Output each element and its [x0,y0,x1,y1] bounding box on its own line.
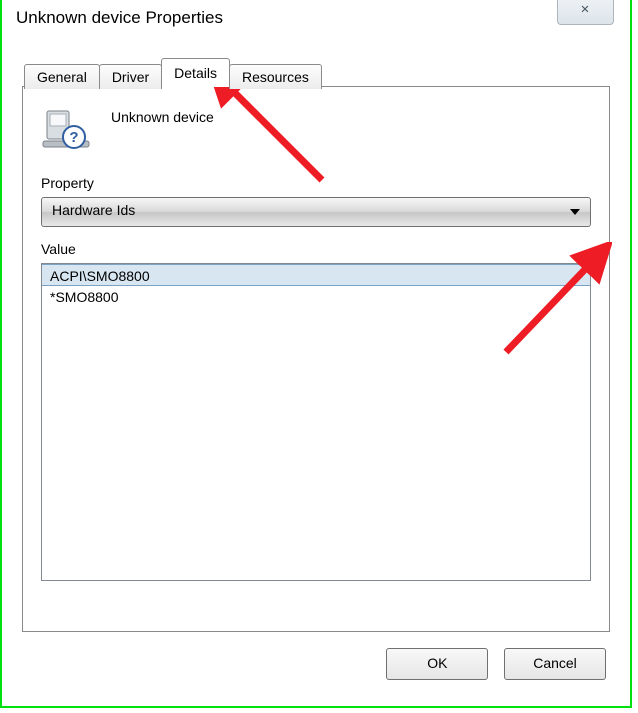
device-name: Unknown device [111,109,214,125]
tab-general[interactable]: General [24,64,100,89]
close-button[interactable]: ✕ [557,0,614,25]
tab-details[interactable]: Details [161,58,230,87]
dialog-body: GeneralDriverDetailsResources ? Unknown … [12,42,620,696]
value-listbox[interactable]: ACPI\SMO8800 *SMO8800 [41,263,591,581]
close-icon: ✕ [581,1,590,17]
ok-button[interactable]: OK [386,648,488,680]
tab-resources[interactable]: Resources [229,64,322,89]
svg-text:?: ? [69,129,78,146]
tab-driver[interactable]: Driver [99,64,162,89]
device-header: ? Unknown device [41,105,591,161]
dialog-window: Unknown device Properties ✕ GeneralDrive… [0,0,632,708]
dialog-buttons: OK Cancel [374,648,606,680]
property-label: Property [41,175,591,191]
property-selected-text: Hardware Ids [52,202,135,218]
cancel-button[interactable]: Cancel [504,648,606,680]
window-title: Unknown device Properties [16,8,223,28]
property-dropdown[interactable]: Hardware Ids [41,197,591,227]
value-row[interactable]: ACPI\SMO8800 [42,264,590,286]
chevron-down-icon [570,209,580,215]
value-row[interactable]: *SMO8800 [42,286,590,308]
tab-strip: GeneralDriverDetailsResources [24,58,321,87]
title-bar: Unknown device Properties ✕ [2,0,630,36]
device-icon: ? [41,105,91,155]
tab-panel-details: ? Unknown device Property Hardware Ids V… [22,86,610,632]
value-label: Value [41,241,591,257]
